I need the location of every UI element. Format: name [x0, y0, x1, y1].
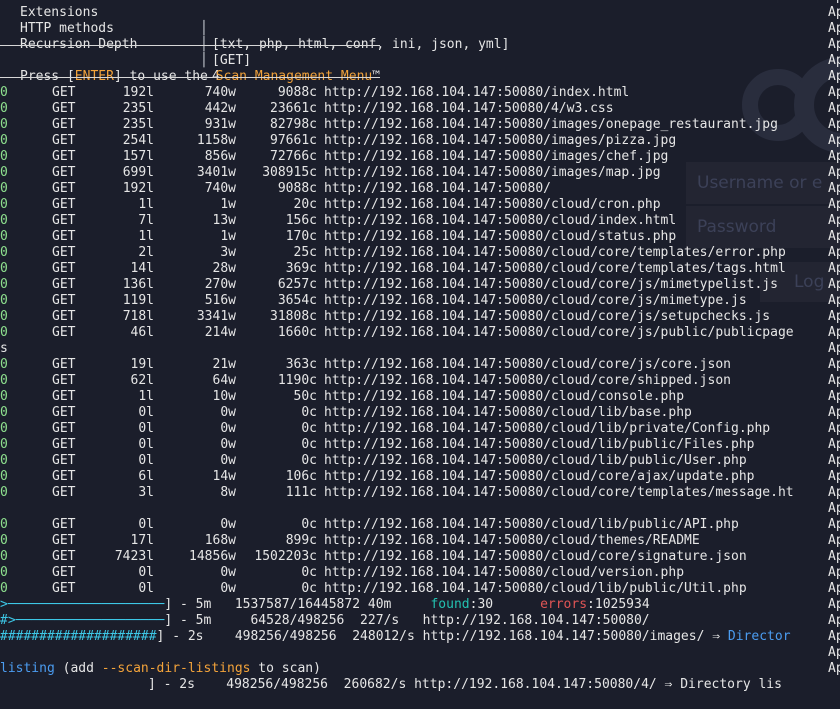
right-column-fragment: Ap	[828, 309, 840, 324]
right-column-fragment: Ap	[828, 565, 840, 580]
right-column-fragment: Ap	[828, 501, 840, 516]
right-column-fragment: Ap	[828, 213, 840, 228]
right-column-fragment: Ap	[828, 277, 840, 292]
right-column-fragment: Ap	[828, 293, 840, 308]
right-column-fragment: Ap	[828, 549, 840, 564]
right-column-fragment: Ap	[828, 261, 840, 276]
right-column-fragment: Ap	[828, 85, 840, 100]
right-column-fragment: Ap	[828, 453, 840, 468]
right-column-fragment: Ap	[828, 437, 840, 452]
right-column-fragment: Ap	[828, 389, 840, 404]
right-column-fragment: Ap	[828, 181, 840, 196]
progress-bar-row: >────────────────────] - 5m 1537587/1644…	[0, 597, 650, 612]
right-column-fragment: Ap	[828, 229, 840, 244]
progress-bar-row: ####################] - 2s 498256/498256…	[0, 629, 791, 644]
right-column-fragment: Ap	[828, 469, 840, 484]
right-column-fragment: Ap	[828, 197, 840, 212]
right-column-fragment: Ap	[828, 341, 840, 356]
right-column-fragment: Ap	[828, 517, 840, 532]
right-column-fragment: Ap	[828, 69, 840, 84]
right-column-fragment: Ap	[828, 149, 840, 164]
right-column-fragment: Ap	[828, 325, 840, 340]
right-column-fragment: Ap	[828, 581, 840, 596]
right-column-fragment: Ap	[828, 117, 840, 132]
right-column-fragment: Ap	[828, 485, 840, 500]
found-count: :30	[469, 597, 494, 612]
right-column-fragment: Ap	[828, 533, 840, 548]
right-column-fragment: Ap	[828, 357, 840, 372]
footer-hint: listing (add --scan-dir-listings to scan…	[0, 661, 321, 676]
right-column-fragment: Ap	[828, 133, 840, 148]
progress-bar: >────────────────────	[0, 597, 165, 612]
right-column-fragment: Ap	[828, 21, 840, 36]
right-column-fragment: Ap	[828, 421, 840, 436]
right-column-fragment: Ap	[828, 5, 840, 20]
right-column-fragment: Ap	[828, 165, 840, 180]
errors-label: errors	[540, 597, 588, 612]
right-column-fragment: Ap	[828, 101, 840, 116]
right-column-fragment: Ap	[828, 53, 840, 68]
progress-bar: ####################	[0, 629, 157, 644]
footer-partial-line: ] - 2s 498256/498256 260682/s http://192…	[148, 677, 782, 692]
progress-bar-row: #>───────────────────] - 5m 64528/498256…	[0, 613, 650, 628]
directory-listing-label: Director	[727, 629, 791, 644]
progress-bar: #>───────────────────	[0, 613, 165, 628]
found-label: found	[430, 597, 470, 612]
right-column-fragment: Ap	[828, 405, 840, 420]
terminal-output: Extensions │ [txt, php, html, conf, ini,…	[0, 0, 840, 692]
right-column-fragment: Ap	[828, 37, 840, 52]
errors-count: :1025934	[587, 597, 650, 612]
right-column-fragment: Ap	[828, 245, 840, 260]
right-column-fragment: Ap	[828, 373, 840, 388]
